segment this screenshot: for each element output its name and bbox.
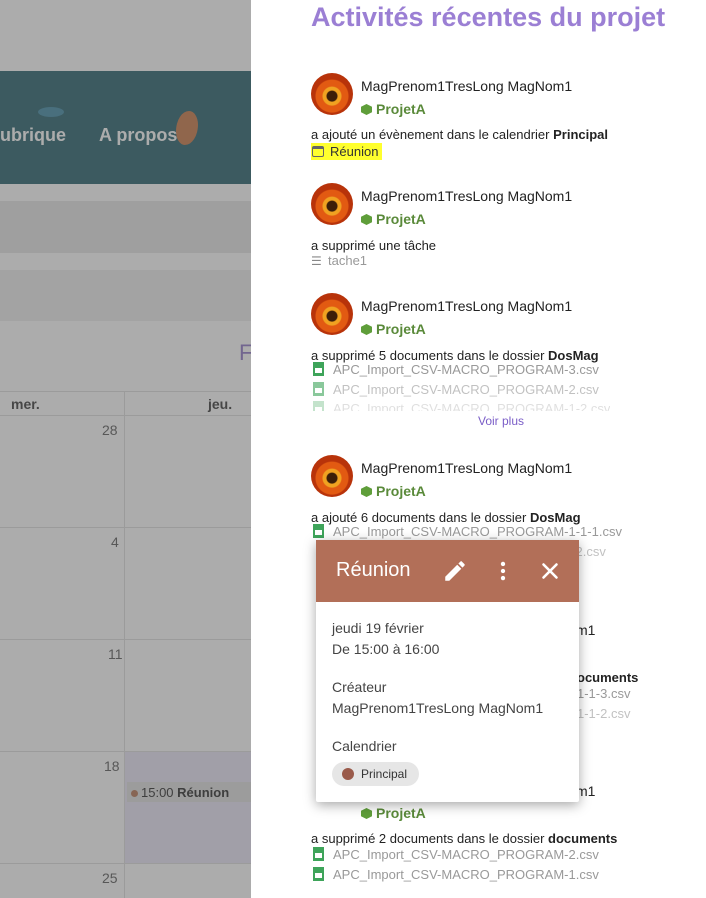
activity-item-link[interactable]: APC_Import_CSV-MACRO_PROGRAM-1-2.csv [311, 401, 610, 411]
spreadsheet-icon [313, 401, 324, 411]
activity-item-link: ☰ tache1 [311, 253, 368, 268]
voir-plus-link[interactable]: Voir plus [478, 414, 524, 428]
checklist-icon: ☰ [311, 254, 322, 268]
activity-description: a supprimé une tâche [311, 238, 437, 253]
close-button[interactable] [537, 558, 563, 584]
activity-description: a supprimé 2 documents dans le dossier d… [311, 831, 618, 846]
activity-project[interactable]: ProjetA [361, 101, 426, 117]
avatar[interactable] [311, 293, 353, 335]
activity-project[interactable]: ProjetA [361, 321, 426, 337]
avatar[interactable] [311, 455, 353, 497]
spreadsheet-icon [313, 362, 324, 376]
more-vert-icon [500, 561, 506, 581]
activity-user[interactable]: MagPrenom1TresLong MagNom1 [361, 78, 572, 94]
spreadsheet-icon [313, 847, 324, 861]
panel-title: Activités récentes du projet [311, 2, 666, 32]
cube-icon [361, 486, 372, 497]
activity-item-link[interactable]: APC_Import_CSV-MACRO_PROGRAM-2.csv [311, 382, 599, 397]
event-date: jeudi 19 février [332, 620, 424, 636]
calendar-color-dot [342, 768, 354, 780]
activity-project[interactable]: ProjetA [361, 805, 426, 821]
activity-user[interactable]: MagPrenom1TresLong MagNom1 [361, 460, 572, 476]
activity-item-link[interactable]: APC_Import_CSV-MACRO_PROGRAM-1.csv [311, 867, 599, 882]
event-popup-header: Réunion [316, 540, 579, 602]
activity-item-link[interactable]: Réunion [311, 143, 383, 160]
activity-item-link[interactable]: APC_Import_CSV-MACRO_PROGRAM-2.csv [311, 847, 599, 862]
activity-description: ocuments [577, 670, 639, 685]
cube-icon [361, 808, 372, 819]
spreadsheet-icon [313, 524, 324, 538]
calendar-chip[interactable]: Principal [332, 762, 420, 786]
calendar-label: Calendrier [332, 738, 397, 754]
activity-description: a supprimé 5 documents dans le dossier D… [311, 348, 599, 363]
close-icon [542, 563, 558, 579]
edit-button[interactable] [442, 558, 468, 584]
event-popup-title: Réunion [336, 559, 411, 581]
pencil-icon [445, 561, 465, 581]
background-app: ubrique A propos F mer. jeu. 28 4 11 18 … [0, 0, 251, 898]
activity-project[interactable]: ProjetA [361, 483, 426, 499]
cube-icon [361, 214, 372, 225]
modal-overlay[interactable] [0, 0, 251, 898]
event-popup: Réunion jeudi 19 février De 15:00 à 16:0… [316, 540, 579, 802]
event-time-range: De 15:00 à 16:00 [332, 641, 440, 657]
activity-description: a ajouté un évènement dans le calendrier… [311, 127, 609, 142]
activity-user[interactable]: MagPrenom1TresLong MagNom1 [361, 298, 572, 314]
activity-item-link[interactable]: APC_Import_CSV-MACRO_PROGRAM-3.csv [311, 362, 599, 377]
creator-name: MagPrenom1TresLong MagNom1 [332, 700, 544, 716]
avatar[interactable] [311, 183, 353, 225]
calendar-icon [312, 146, 324, 157]
cube-icon [361, 104, 372, 115]
activity-description: a ajouté 6 documents dans le dossier Dos… [311, 510, 581, 525]
creator-label: Créateur [332, 679, 387, 695]
activity-project[interactable]: ProjetA [361, 211, 426, 227]
more-options-button[interactable] [490, 558, 516, 584]
activity-item-link[interactable]: APC_Import_CSV-MACRO_PROGRAM-1-1-1.csv [311, 524, 622, 539]
activity-item-link[interactable]: 1-1-3.csv [577, 686, 630, 701]
cube-icon [361, 324, 372, 335]
spreadsheet-icon [313, 382, 324, 396]
activity-user[interactable]: MagPrenom1TresLong MagNom1 [361, 188, 572, 204]
activity-item-link[interactable]: 1-1-2.csv [577, 706, 630, 721]
avatar[interactable] [311, 73, 353, 115]
spreadsheet-icon [313, 867, 324, 881]
